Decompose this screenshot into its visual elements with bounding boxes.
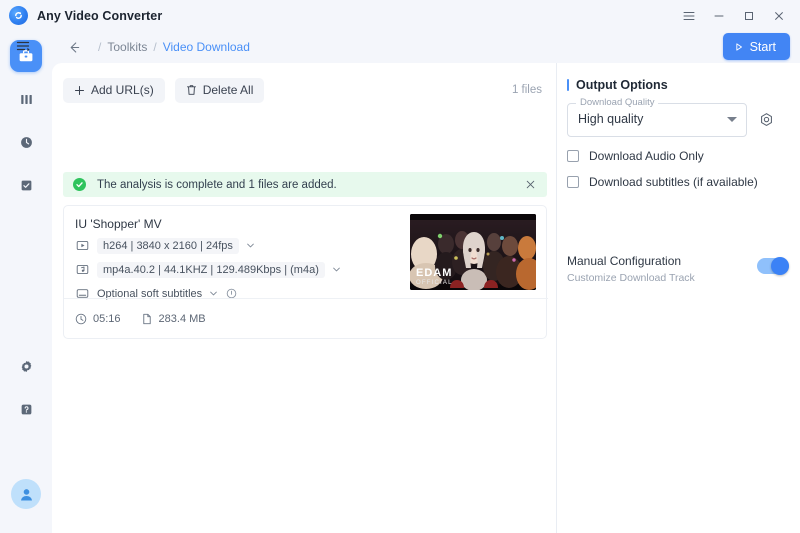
download-subtitles-label: Download subtitles (if available) <box>589 175 758 189</box>
chevron-down-icon[interactable] <box>727 117 737 122</box>
breadcrumb: / Toolkits / Video Download <box>92 40 250 54</box>
delete-all-label: Delete All <box>202 83 254 97</box>
sidebar-item-settings[interactable] <box>10 350 42 382</box>
breadcrumb-separator-1: / <box>98 40 102 54</box>
maximize-icon[interactable] <box>734 0 764 31</box>
download-quality-label: Download Quality <box>576 96 659 109</box>
start-button[interactable]: Start <box>722 33 790 60</box>
avc-logo-icon <box>9 6 28 25</box>
user-avatar-icon[interactable] <box>11 479 41 509</box>
audio-chevron-down-icon[interactable] <box>332 265 341 274</box>
add-url-button[interactable]: Add URL(s) <box>63 77 165 103</box>
duration-stat: 05:16 <box>75 313 121 325</box>
output-options-label: Output Options <box>576 78 668 92</box>
status-banner: The analysis is complete and 1 files are… <box>63 172 547 197</box>
download-audio-only-checkbox[interactable] <box>567 150 579 162</box>
toggle-knob <box>771 257 789 275</box>
download-audio-only-label: Download Audio Only <box>589 149 704 163</box>
download-quality-value: High quality <box>578 112 644 126</box>
add-url-label: Add URL(s) <box>91 83 154 97</box>
play-icon <box>734 42 744 52</box>
top-nav: / Toolkits / Video Download <box>52 31 800 63</box>
minimize-icon[interactable] <box>704 0 734 31</box>
settings-hex-icon[interactable] <box>757 111 775 129</box>
file-card-top: IU 'Shopper' MV h264 | 3840 x 2160 | 24f… <box>64 206 546 300</box>
sidebar-item-history[interactable] <box>10 126 42 158</box>
banner-message: The analysis is complete and 1 files are… <box>97 178 337 191</box>
svg-text:OFFICIAL: OFFICIAL <box>416 280 453 286</box>
sidebar-rail <box>0 31 52 533</box>
breadcrumb-toolkits[interactable]: Toolkits <box>107 40 147 54</box>
sidebar-item-library[interactable] <box>10 83 42 115</box>
title-bar: Any Video Converter <box>0 0 800 31</box>
banner-close-icon[interactable] <box>523 178 537 192</box>
trash-icon <box>186 84 197 96</box>
app-window: Any Video Converter / Toolkits / Video D… <box>0 0 800 533</box>
files-count: 1 files <box>511 84 542 96</box>
video-chevron-down-icon[interactable] <box>246 241 255 250</box>
filesize-value: 283.4 MB <box>158 312 206 325</box>
collapse-sidebar-icon[interactable] <box>13 37 35 57</box>
download-quality-select[interactable]: Download Quality High quality <box>567 96 747 137</box>
plus-icon <box>74 85 85 96</box>
download-subtitles-checkbox[interactable] <box>567 176 579 188</box>
manual-configuration-toggle[interactable] <box>757 257 789 275</box>
content-toolbar: Add URL(s) Delete All 1 files <box>52 77 556 103</box>
file-card[interactable]: IU 'Shopper' MV h264 | 3840 x 2160 | 24f… <box>63 205 548 339</box>
sidebar-item-help[interactable] <box>10 393 42 425</box>
gear-icon <box>21 360 31 372</box>
audio-track-icon <box>75 263 89 277</box>
app-title: Any Video Converter <box>37 8 163 23</box>
svg-text:EDAM: EDAM <box>416 267 452 279</box>
back-arrow-icon[interactable] <box>62 35 86 59</box>
title-accent-bar <box>567 79 569 91</box>
hamburger-menu-icon[interactable] <box>674 0 704 31</box>
download-subtitles-row[interactable]: Download subtitles (if available) <box>567 175 758 189</box>
delete-all-button[interactable]: Delete All <box>174 77 265 103</box>
file-icon <box>142 313 151 324</box>
video-track-value: h264 | 3840 x 2160 | 24fps <box>97 237 239 254</box>
clock-icon <box>20 136 32 148</box>
success-check-icon <box>73 178 86 191</box>
download-audio-only-row[interactable]: Download Audio Only <box>567 149 704 163</box>
output-options-title: Output Options <box>567 78 668 92</box>
video-thumbnail[interactable]: EDAM OFFICIAL <box>410 214 536 290</box>
clock-icon <box>75 313 87 324</box>
output-options-panel: Output Options Download Quality High qua… <box>557 63 800 533</box>
manual-configuration-title: Manual Configuration <box>567 254 682 268</box>
start-button-label: Start <box>749 39 776 54</box>
audio-track-value: mp4a.40.2 | 44.1KHZ | 129.489Kbps | (m4a… <box>97 261 325 278</box>
close-icon[interactable] <box>764 0 794 31</box>
window-controls <box>674 0 800 31</box>
video-track-icon <box>75 239 89 253</box>
breadcrumb-separator-2: / <box>153 40 157 54</box>
sidebar-item-tasks[interactable] <box>10 169 42 201</box>
duration-value: 05:16 <box>93 312 121 325</box>
help-icon <box>21 404 31 414</box>
manual-configuration-subtitle: Customize Download Track <box>567 272 695 284</box>
file-card-stats: 05:16 283.4 MB <box>75 298 206 339</box>
subtitle-chevron-down-icon[interactable] <box>209 289 218 298</box>
filesize-stat: 283.4 MB <box>141 313 206 325</box>
main-content: Add URL(s) Delete All 1 files The analys… <box>52 63 556 533</box>
library-icon <box>20 94 32 104</box>
checklist-icon <box>21 180 31 190</box>
breadcrumb-video-download[interactable]: Video Download <box>163 40 250 54</box>
